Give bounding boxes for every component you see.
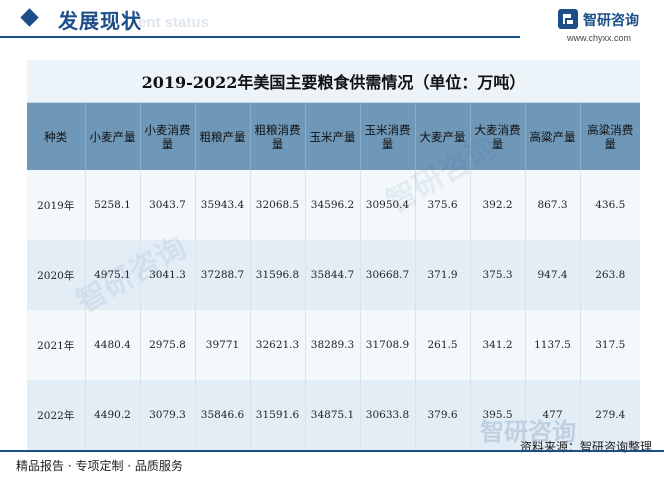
column-header-category: 种类 bbox=[27, 103, 86, 170]
data-table: 种类 小麦产量 小麦消费量 粗粮产量 粗粮消费量 玉米产量 玉米消费量 大麦产量 大麦消费量 高粱… bbox=[27, 103, 640, 450]
table-cell: 392.2 bbox=[470, 170, 526, 240]
table-cell: 38289.3 bbox=[305, 310, 361, 380]
table-cell: 375.6 bbox=[415, 170, 471, 240]
table-cell: 34596.2 bbox=[305, 170, 361, 240]
table-title: 2019-2022年美国主要粮食供需情况（单位：万吨） bbox=[27, 60, 640, 103]
table-row: 2019年 5258.1 3043.7 35943.4 32068.5 34596.2 30… bbox=[27, 170, 640, 240]
row-year-cell: 2022年 bbox=[27, 380, 86, 450]
column-header: 小麦产量 bbox=[85, 103, 141, 170]
column-header: 高粱消费量 bbox=[580, 103, 640, 170]
table-cell: 3041.3 bbox=[140, 240, 196, 310]
table-cell: 37288.7 bbox=[195, 240, 251, 310]
table-cell: 2975.8 bbox=[140, 310, 196, 380]
logo-url: www.chyxx.com bbox=[567, 33, 632, 43]
table-cell: 30633.8 bbox=[360, 380, 416, 450]
footer-divider bbox=[0, 450, 664, 452]
table-cell: 30950.4 bbox=[360, 170, 416, 240]
table-cell: 341.2 bbox=[470, 310, 526, 380]
table-cell: 3079.3 bbox=[140, 380, 196, 450]
column-header: 玉米产量 bbox=[305, 103, 361, 170]
source-note: 资料来源：智研咨询整理 bbox=[519, 440, 652, 454]
table-row: 2020年 4975.1 3041.3 37288.7 31596.8 35844.7 30… bbox=[27, 240, 640, 310]
table-cell: 1137.5 bbox=[525, 310, 581, 380]
table-cell: 4975.1 bbox=[85, 240, 141, 310]
table-cell: 317.5 bbox=[580, 310, 640, 380]
column-header: 玉米消费量 bbox=[360, 103, 416, 170]
row-year-cell: 2020年 bbox=[27, 240, 86, 310]
table-cell: 4480.4 bbox=[85, 310, 141, 380]
table-cell: 261.5 bbox=[415, 310, 471, 380]
footer-slogan: 精品报告 · 专项定制 · 品质服务 bbox=[16, 459, 183, 473]
table-cell: 263.8 bbox=[580, 240, 640, 310]
logo-name: 智研咨询 bbox=[583, 13, 639, 29]
column-header: 粗粮消费量 bbox=[250, 103, 306, 170]
table-cell: 30668.7 bbox=[360, 240, 416, 310]
table-cell: 34875.1 bbox=[305, 380, 361, 450]
table-cell: 4490.2 bbox=[85, 380, 141, 450]
table-cell: 31708.9 bbox=[360, 310, 416, 380]
table-cell: 32621.3 bbox=[250, 310, 306, 380]
table-cell: 35844.7 bbox=[305, 240, 361, 310]
table-cell: 39771 bbox=[195, 310, 251, 380]
column-header: 大麦产量 bbox=[415, 103, 471, 170]
table-cell: 379.6 bbox=[415, 380, 471, 450]
page-header: ent status 发展现状 智研咨询 www.chyxx.com bbox=[0, 0, 664, 48]
data-table-panel: 2019-2022年美国主要粮食供需情况（单位：万吨） 种类 小麦产量 小麦消费量粗… bbox=[27, 60, 640, 450]
logo-icon bbox=[558, 9, 578, 29]
table-cell: 35846.6 bbox=[195, 380, 251, 450]
column-header: 大麦消费量 bbox=[470, 103, 526, 170]
table-body: 2019年 5258.1 3043.7 35943.4 32068.5 34596.2 30… bbox=[27, 170, 640, 450]
table-cell: 867.3 bbox=[525, 170, 581, 240]
table-cell: 3043.7 bbox=[140, 170, 196, 240]
row-year-cell: 2021年 bbox=[27, 310, 86, 380]
table-row: 2021年 4480.4 2975.8 39771 32621.3 38289.3 3170… bbox=[27, 310, 640, 380]
table-cell: 947.4 bbox=[525, 240, 581, 310]
table-cell: 375.3 bbox=[470, 240, 526, 310]
table-cell: 5258.1 bbox=[85, 170, 141, 240]
brand-logo: 智研咨询 www.chyxx.com bbox=[557, 8, 657, 48]
table-cell: 35943.4 bbox=[195, 170, 251, 240]
table-cell: 31596.8 bbox=[250, 240, 306, 310]
section-title: 发展现状 bbox=[58, 9, 142, 33]
column-header: 小麦消费量 bbox=[140, 103, 196, 170]
title-ghost-text: ent status bbox=[138, 14, 209, 31]
table-cell: 31591.6 bbox=[250, 380, 306, 450]
table-cell: 436.5 bbox=[580, 170, 640, 240]
diamond-icon bbox=[20, 8, 39, 27]
column-header: 粗粮产量 bbox=[195, 103, 251, 170]
header-divider bbox=[0, 36, 520, 38]
table-cell: 32068.5 bbox=[250, 170, 306, 240]
table-cell: 371.9 bbox=[415, 240, 471, 310]
column-header: 高粱产量 bbox=[525, 103, 581, 170]
row-year-cell: 2019年 bbox=[27, 170, 86, 240]
table-header-row: 种类 小麦产量 小麦消费量 粗粮产量 粗粮消费量 玉米产量 玉米消费量 大麦产量 大麦消费量 高粱… bbox=[27, 103, 640, 170]
